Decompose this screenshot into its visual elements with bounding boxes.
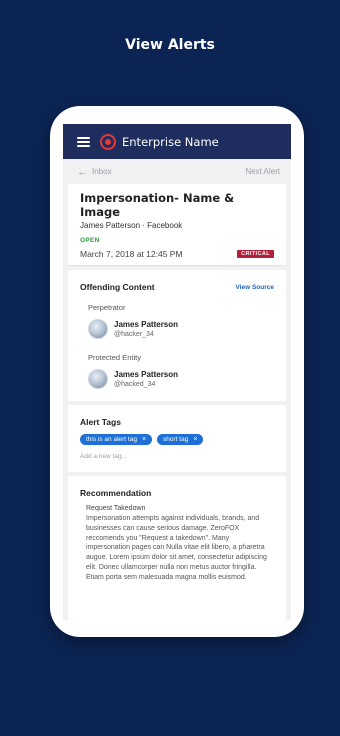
perpetrator-handle: @hacker_34 [114,331,154,338]
severity-badge: CRITICAL [237,250,274,258]
add-tag-input[interactable]: Add a new tag... [80,453,274,460]
perpetrator-label: Perpetrator [88,303,126,312]
alert-tags-title: Alert Tags [80,417,121,427]
brand-logo-icon [100,133,116,150]
tag-chip[interactable]: short tag × [157,434,204,445]
back-label: Inbox [92,167,112,176]
offending-content-header: Offending Content View Source [80,282,274,292]
offending-content-title: Offending Content [80,282,155,292]
alert-tags-card: Alert Tags this is an alert tag × short … [68,405,286,472]
remove-tag-icon[interactable]: × [193,436,197,443]
date-row: March 7, 2018 at 12:45 PM CRITICAL [80,249,274,259]
protected-entity-label: Protected Entity [88,353,141,362]
alert-summary-card: Impersonation- Name & Image James Patter… [68,184,286,266]
tag-list: this is an alert tag × short tag × [80,434,274,445]
tag-label: this is an alert tag [86,436,137,443]
remove-tag-icon[interactable]: × [142,436,146,443]
tag-chip[interactable]: this is an alert tag × [80,434,153,445]
alert-subtitle: James Patterson · Facebook [80,221,183,230]
status-badge: OPEN [80,237,100,244]
protected-entity-name: James Patterson [114,370,179,379]
app-header: Enterprise Name [63,124,291,159]
tag-label: short tag [163,436,189,443]
alert-date: March 7, 2018 at 12:45 PM [80,249,183,259]
arrow-left-icon: ← [77,165,88,178]
protected-entity-profile[interactable]: James Patterson @hacked_34 [88,369,274,389]
recommendation-body: Impersonation attempts against individua… [86,515,267,581]
menu-icon[interactable] [77,136,90,147]
recommendation-title: Recommendation [80,488,152,498]
back-to-inbox-button[interactable]: ← Inbox [77,166,112,178]
recommendation-subtitle: Request Takedown [86,505,146,512]
page-heading: View Alerts [125,37,215,53]
alert-title: Impersonation- Name & Image [80,191,235,219]
avatar [88,369,108,389]
offending-content-card: Offending Content View Source Perpetrato… [68,270,286,401]
enterprise-name: Enterprise Name [122,134,219,149]
next-alert-button[interactable]: Next Alert [245,167,280,176]
view-source-link[interactable]: View Source [235,284,274,291]
protected-entity-handle: @hacked_34 [114,381,156,388]
avatar [88,319,108,339]
alert-navigation: ← Inbox Next Alert [63,159,291,184]
recommendation-card: Recommendation Request Takedown Imperson… [68,476,286,620]
perpetrator-profile[interactable]: James Patterson @hacker_34 [88,319,274,339]
app-screen: Enterprise Name ← Inbox Next Alert Imper… [63,124,291,620]
perpetrator-name: James Patterson [114,320,179,329]
